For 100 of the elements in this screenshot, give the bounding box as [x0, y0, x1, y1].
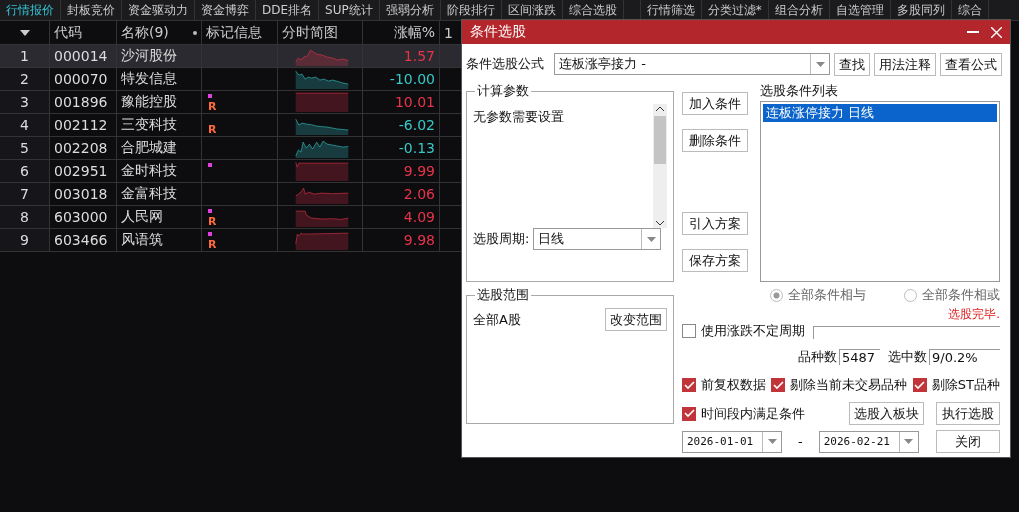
table-row[interactable]: 5 002208 合肥城建 -0.13 [0, 137, 462, 160]
checkmark-icon[interactable] [914, 380, 926, 390]
change-percent: 9.99 [403, 163, 435, 179]
change-percent: -6.02 [398, 117, 435, 133]
column-header[interactable]: 代码 [54, 23, 82, 42]
stock-code: 003018 [54, 186, 108, 202]
table-row[interactable]: 4 002112 三变科技 R -6.02 [0, 114, 462, 137]
tab[interactable]: DDE排名 [256, 0, 320, 20]
dropdown-caret-icon[interactable] [815, 61, 825, 67]
stock-name: 人民网 [121, 208, 163, 226]
checkbox[interactable]: 剔除ST品种 [912, 376, 1000, 394]
dialog-button[interactable]: 查看公式 [940, 52, 1002, 76]
tab[interactable]: SUP统计 [319, 0, 380, 20]
checkmark-icon[interactable] [772, 380, 784, 390]
change-percent: -10.00 [389, 71, 435, 87]
date-picker[interactable]: 2026-02-21 [818, 430, 919, 453]
tab[interactable]: 封板竞价 [61, 0, 122, 20]
change-range-button[interactable]: 改变范围 [605, 308, 667, 331]
stock-name: 合肥城建 [121, 139, 177, 157]
row-number: 5 [20, 140, 29, 156]
dropdown-caret-icon[interactable] [767, 439, 777, 444]
scrollbar[interactable] [653, 104, 667, 228]
stock-name: 金时科技 [121, 162, 177, 180]
list-item[interactable]: 连板涨停接力 日线 [763, 104, 997, 122]
table-row[interactable]: 3 001896 豫能控股 R 10.01 [0, 91, 462, 114]
row-number: 1 [20, 48, 29, 64]
group-title: 计算参数 [476, 82, 530, 100]
change-percent: 2.06 [403, 186, 435, 202]
dialog-button[interactable]: 用法注释 [874, 52, 936, 76]
table-row[interactable]: 6 002951 金时科技 9.99 [0, 160, 462, 183]
stock-name: 风语筑 [121, 231, 163, 249]
dialog-button[interactable]: 引入方案 [682, 212, 748, 235]
count-field: 9/0.2% [929, 349, 1000, 365]
tab[interactable]: 行情报价 [0, 0, 61, 20]
range-value: 全部A股 [473, 310, 521, 329]
dot-icon [193, 30, 197, 35]
field-label: 选中数 [888, 348, 927, 366]
column-header[interactable]: 分时简图 [282, 23, 338, 42]
list-label: 选股条件列表 [760, 82, 839, 100]
stock-code: 603466 [54, 232, 108, 248]
row-number: 9 [20, 232, 29, 248]
dropdown-caret-icon[interactable] [904, 439, 914, 444]
checkmark-icon[interactable] [683, 380, 695, 390]
column-header[interactable]: 标记信息 [206, 23, 262, 42]
date-separator: - [798, 434, 803, 449]
row-number: 4 [20, 117, 29, 133]
stock-code: 000014 [54, 48, 108, 64]
dialog-button[interactable]: 查找 [834, 52, 870, 76]
count-field: 5487 [839, 349, 880, 365]
close-icon[interactable] [991, 26, 1002, 38]
stock-code: 603000 [54, 209, 108, 225]
change-percent: 9.98 [403, 232, 435, 248]
row-number: 2 [20, 71, 29, 87]
change-percent: 1.57 [403, 48, 435, 64]
checkbox[interactable]: 时间段内满足条件 [682, 404, 805, 423]
formula-dropdown[interactable]: 连板涨亭接力 - [554, 53, 830, 75]
stock-name: 金富科技 [121, 185, 177, 203]
row-number: 3 [20, 94, 29, 110]
checkmark-icon[interactable] [683, 409, 695, 418]
field-label: 品种数 [798, 348, 837, 366]
period-dropdown[interactable]: 日线 [533, 228, 662, 250]
status-text: 选股完毕. [948, 307, 1000, 321]
stock-code: 001896 [54, 94, 108, 110]
tab[interactable]: 资金博弈 [195, 0, 256, 20]
row-number: 8 [20, 209, 29, 225]
scroll-down-icon[interactable] [655, 220, 665, 226]
sort-caret-icon[interactable] [19, 29, 30, 36]
tab[interactable]: 强弱分析 [379, 0, 441, 20]
stock-name: 三变科技 [121, 116, 177, 134]
change-percent: 4.09 [403, 209, 435, 225]
group-title: 选股范围 [476, 286, 530, 304]
dialog-button[interactable]: 选股入板块 [849, 402, 924, 425]
column-header[interactable]: 涨幅% [393, 23, 435, 42]
close-button[interactable]: 关闭 [936, 430, 1000, 453]
run-button[interactable]: 执行选股 [936, 402, 1000, 425]
checkbox[interactable]: 前复权数据 [682, 376, 766, 394]
dialog-button[interactable]: 加入条件 [682, 92, 748, 115]
stock-name: 豫能控股 [121, 93, 177, 111]
dropdown-caret-icon[interactable] [646, 236, 656, 242]
table-row[interactable]: 8 603000 人民网 R 4.09 [0, 206, 462, 229]
column-header[interactable]: 1 [444, 24, 453, 41]
table-row[interactable]: 1 000014 沙河股份 1.57 [0, 45, 462, 68]
checkbox[interactable]: 剔除当前未交易品种 [771, 376, 908, 394]
stock-code: 000070 [54, 71, 108, 87]
dialog-button[interactable]: 删除条件 [682, 129, 748, 152]
row-number: 7 [20, 186, 29, 202]
stock-name: 特发信息 [121, 70, 177, 88]
table-row[interactable]: 9 603466 风语筑 R 9.98 [0, 229, 462, 252]
table-row[interactable]: 2 000070 特发信息 -10.00 [0, 68, 462, 91]
scroll-up-icon[interactable] [655, 106, 665, 112]
table-row[interactable]: 7 003018 金富科技 2.06 [0, 183, 462, 206]
stock-code: 002208 [54, 140, 108, 156]
column-header[interactable]: 名称(9) [121, 23, 169, 42]
tab[interactable]: 资金驱动力 [122, 0, 195, 20]
input-field[interactable] [813, 325, 1000, 339]
params-text: 无参数需要设置 [473, 108, 564, 126]
checkbox[interactable]: 使用涨跌不定周期 [682, 322, 805, 340]
marker-tag: R [208, 214, 217, 228]
dialog-button[interactable]: 保存方案 [682, 249, 748, 272]
date-picker[interactable]: 2026-01-01 [682, 430, 782, 453]
